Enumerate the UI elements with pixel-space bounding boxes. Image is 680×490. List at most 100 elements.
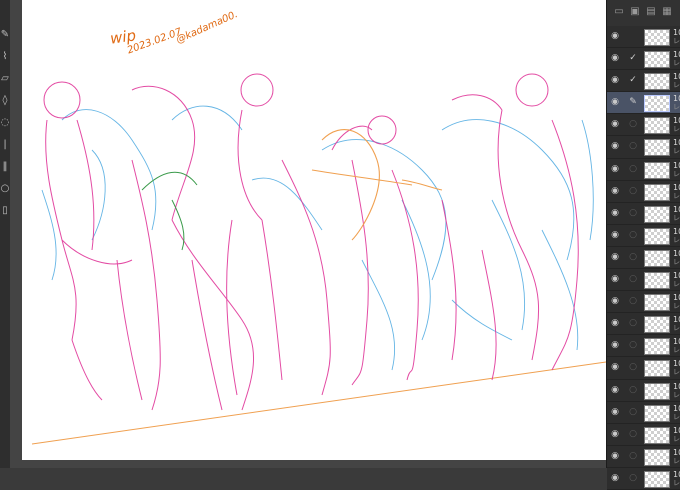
text-tool-icon[interactable]: ‖	[0, 160, 10, 174]
lock-toggle-icon[interactable]: ○	[628, 340, 638, 350]
layer-name: 10	[673, 94, 680, 104]
eye-icon[interactable]: ◉	[610, 186, 620, 196]
empty-state-icon[interactable]	[628, 31, 638, 41]
layer-row[interactable]: ◉ ○ 10レ	[607, 357, 680, 380]
layer-row[interactable]: ◉ ○ 10レ	[607, 180, 680, 203]
layer-thumbnail	[644, 426, 670, 444]
eye-icon[interactable]: ◉	[610, 296, 620, 306]
layer-row[interactable]: ◉ ○ 10レ	[607, 136, 680, 159]
layer-row[interactable]: ◉ ○ 10レ	[607, 467, 680, 490]
eye-icon[interactable]: ◉	[610, 97, 620, 107]
lock-toggle-icon[interactable]: ○	[628, 473, 638, 483]
eye-icon[interactable]: ◉	[610, 141, 620, 151]
layer-row[interactable]: ◉ ○ 10レ	[607, 291, 680, 314]
layer-row[interactable]: ◉ ○ 10レ	[607, 423, 680, 446]
lock-toggle-icon[interactable]: ○	[628, 274, 638, 284]
check-icon[interactable]: ✓	[628, 53, 638, 63]
check-icon[interactable]: ✓	[628, 75, 638, 85]
layer-thumbnail	[644, 272, 670, 290]
layer-thumbnail	[644, 338, 670, 356]
layer-row[interactable]: ◉ ○ 10レ	[607, 401, 680, 424]
lock-toggle-icon[interactable]: ○	[628, 230, 638, 240]
eye-icon[interactable]: ◉	[610, 119, 620, 129]
duplicate-layer-icon[interactable]: ▣	[629, 6, 641, 18]
eye-icon[interactable]: ◉	[610, 53, 620, 63]
eye-icon[interactable]: ◉	[610, 208, 620, 218]
layer-row[interactable]: ◉ ○ 10レ	[607, 313, 680, 336]
canvas-viewport[interactable]: wip 2023.02.07 @kadama00.	[10, 0, 606, 468]
layer-blend-mode: レ	[673, 81, 680, 90]
ruler-tool-icon[interactable]: |	[0, 138, 10, 152]
drawing-paper[interactable]: wip 2023.02.07 @kadama00.	[22, 0, 606, 460]
layer-name: 10	[673, 425, 680, 435]
layer-row[interactable]: ◉ 10レ	[607, 26, 680, 49]
layer-row[interactable]: ◉ ○ 10レ	[607, 202, 680, 225]
layer-row[interactable]: ◉ ○ 10レ	[607, 445, 680, 468]
layer-row[interactable]: ◉ ○ 10レ	[607, 269, 680, 292]
fill-tool-icon[interactable]: ◊	[0, 94, 10, 108]
layer-thumbnail	[644, 29, 670, 46]
pen-icon[interactable]: ✎	[628, 97, 638, 107]
eye-icon[interactable]: ◉	[610, 75, 620, 85]
lock-toggle-icon[interactable]: ○	[628, 186, 638, 196]
lock-toggle-icon[interactable]: ○	[628, 119, 638, 129]
lock-toggle-icon[interactable]: ○	[628, 429, 638, 439]
layer-row[interactable]: ◉ ○ 10レ	[607, 114, 680, 137]
layer-row[interactable]: ◉ ○ 10レ	[607, 335, 680, 358]
eye-icon[interactable]: ◉	[610, 230, 620, 240]
eye-icon[interactable]: ◉	[610, 164, 620, 174]
eye-icon[interactable]: ◉	[610, 362, 620, 372]
delete-layer-icon[interactable]: ▦	[661, 6, 673, 18]
layer-row[interactable]: ◉ ○ 10レ	[607, 379, 680, 402]
layer-row[interactable]: ◉ ○ 10レ	[607, 224, 680, 247]
layer-blend-mode: レ	[673, 213, 680, 222]
hand-tool-icon[interactable]: ○	[0, 182, 10, 196]
eye-icon[interactable]: ◉	[610, 31, 620, 41]
layer-thumbnail	[644, 360, 670, 378]
layer-thumbnail	[644, 205, 670, 223]
lock-toggle-icon[interactable]: ○	[628, 318, 638, 328]
lock-toggle-icon[interactable]: ○	[628, 141, 638, 151]
layer-blend-mode: レ	[673, 478, 680, 487]
eye-icon[interactable]: ◉	[610, 473, 620, 483]
lock-toggle-icon[interactable]: ○	[628, 208, 638, 218]
layer-row[interactable]: ◉ ✓ 10レ	[607, 48, 680, 71]
eye-icon[interactable]: ◉	[610, 274, 620, 284]
layer-row[interactable]: ◉ ○ 10レ	[607, 158, 680, 181]
lock-toggle-icon[interactable]: ○	[628, 451, 638, 461]
layer-row[interactable]: ◉ ✎ 10レ	[607, 92, 680, 115]
layer-name: 10	[673, 28, 680, 37]
eye-icon[interactable]: ◉	[610, 451, 620, 461]
eye-icon[interactable]: ◉	[610, 318, 620, 328]
layer-name: 10	[673, 337, 680, 347]
layer-name: 10	[673, 72, 680, 82]
lock-toggle-icon[interactable]: ○	[628, 296, 638, 306]
layer-blend-mode: レ	[673, 280, 680, 289]
lock-toggle-icon[interactable]: ○	[628, 164, 638, 174]
folder-icon[interactable]: ▤	[645, 6, 657, 18]
lock-toggle-icon[interactable]: ○	[628, 252, 638, 262]
lock-toggle-icon[interactable]: ○	[628, 385, 638, 395]
lock-toggle-icon[interactable]: ○	[628, 407, 638, 417]
layers-panel-header: ▭ ▣ ▤ ▦	[607, 0, 680, 27]
pen-tool-icon[interactable]: ✎	[0, 28, 10, 42]
eye-icon[interactable]: ◉	[610, 340, 620, 350]
brush-tool-icon[interactable]: ⌇	[0, 50, 10, 64]
eraser-tool-icon[interactable]: ▱	[0, 72, 10, 86]
eye-icon[interactable]: ◉	[610, 385, 620, 395]
lock-toggle-icon[interactable]: ○	[628, 362, 638, 372]
lasso-tool-icon[interactable]: ◌	[0, 116, 10, 130]
layer-blend-mode: レ	[673, 257, 680, 266]
layer-thumbnail	[644, 316, 670, 334]
new-layer-icon[interactable]: ▭	[613, 6, 625, 18]
layer-blend-mode: レ	[673, 235, 680, 244]
eye-icon[interactable]: ◉	[610, 407, 620, 417]
shape-tool-icon[interactable]: ▯	[0, 204, 10, 218]
eye-icon[interactable]: ◉	[610, 252, 620, 262]
layer-row[interactable]: ◉ ✓ 10レ	[607, 70, 680, 93]
layer-row[interactable]: ◉ ○ 10レ	[607, 246, 680, 270]
layer-thumbnail	[644, 404, 670, 422]
layer-thumbnail	[644, 448, 670, 466]
layer-name: 10	[673, 381, 680, 391]
eye-icon[interactable]: ◉	[610, 429, 620, 439]
